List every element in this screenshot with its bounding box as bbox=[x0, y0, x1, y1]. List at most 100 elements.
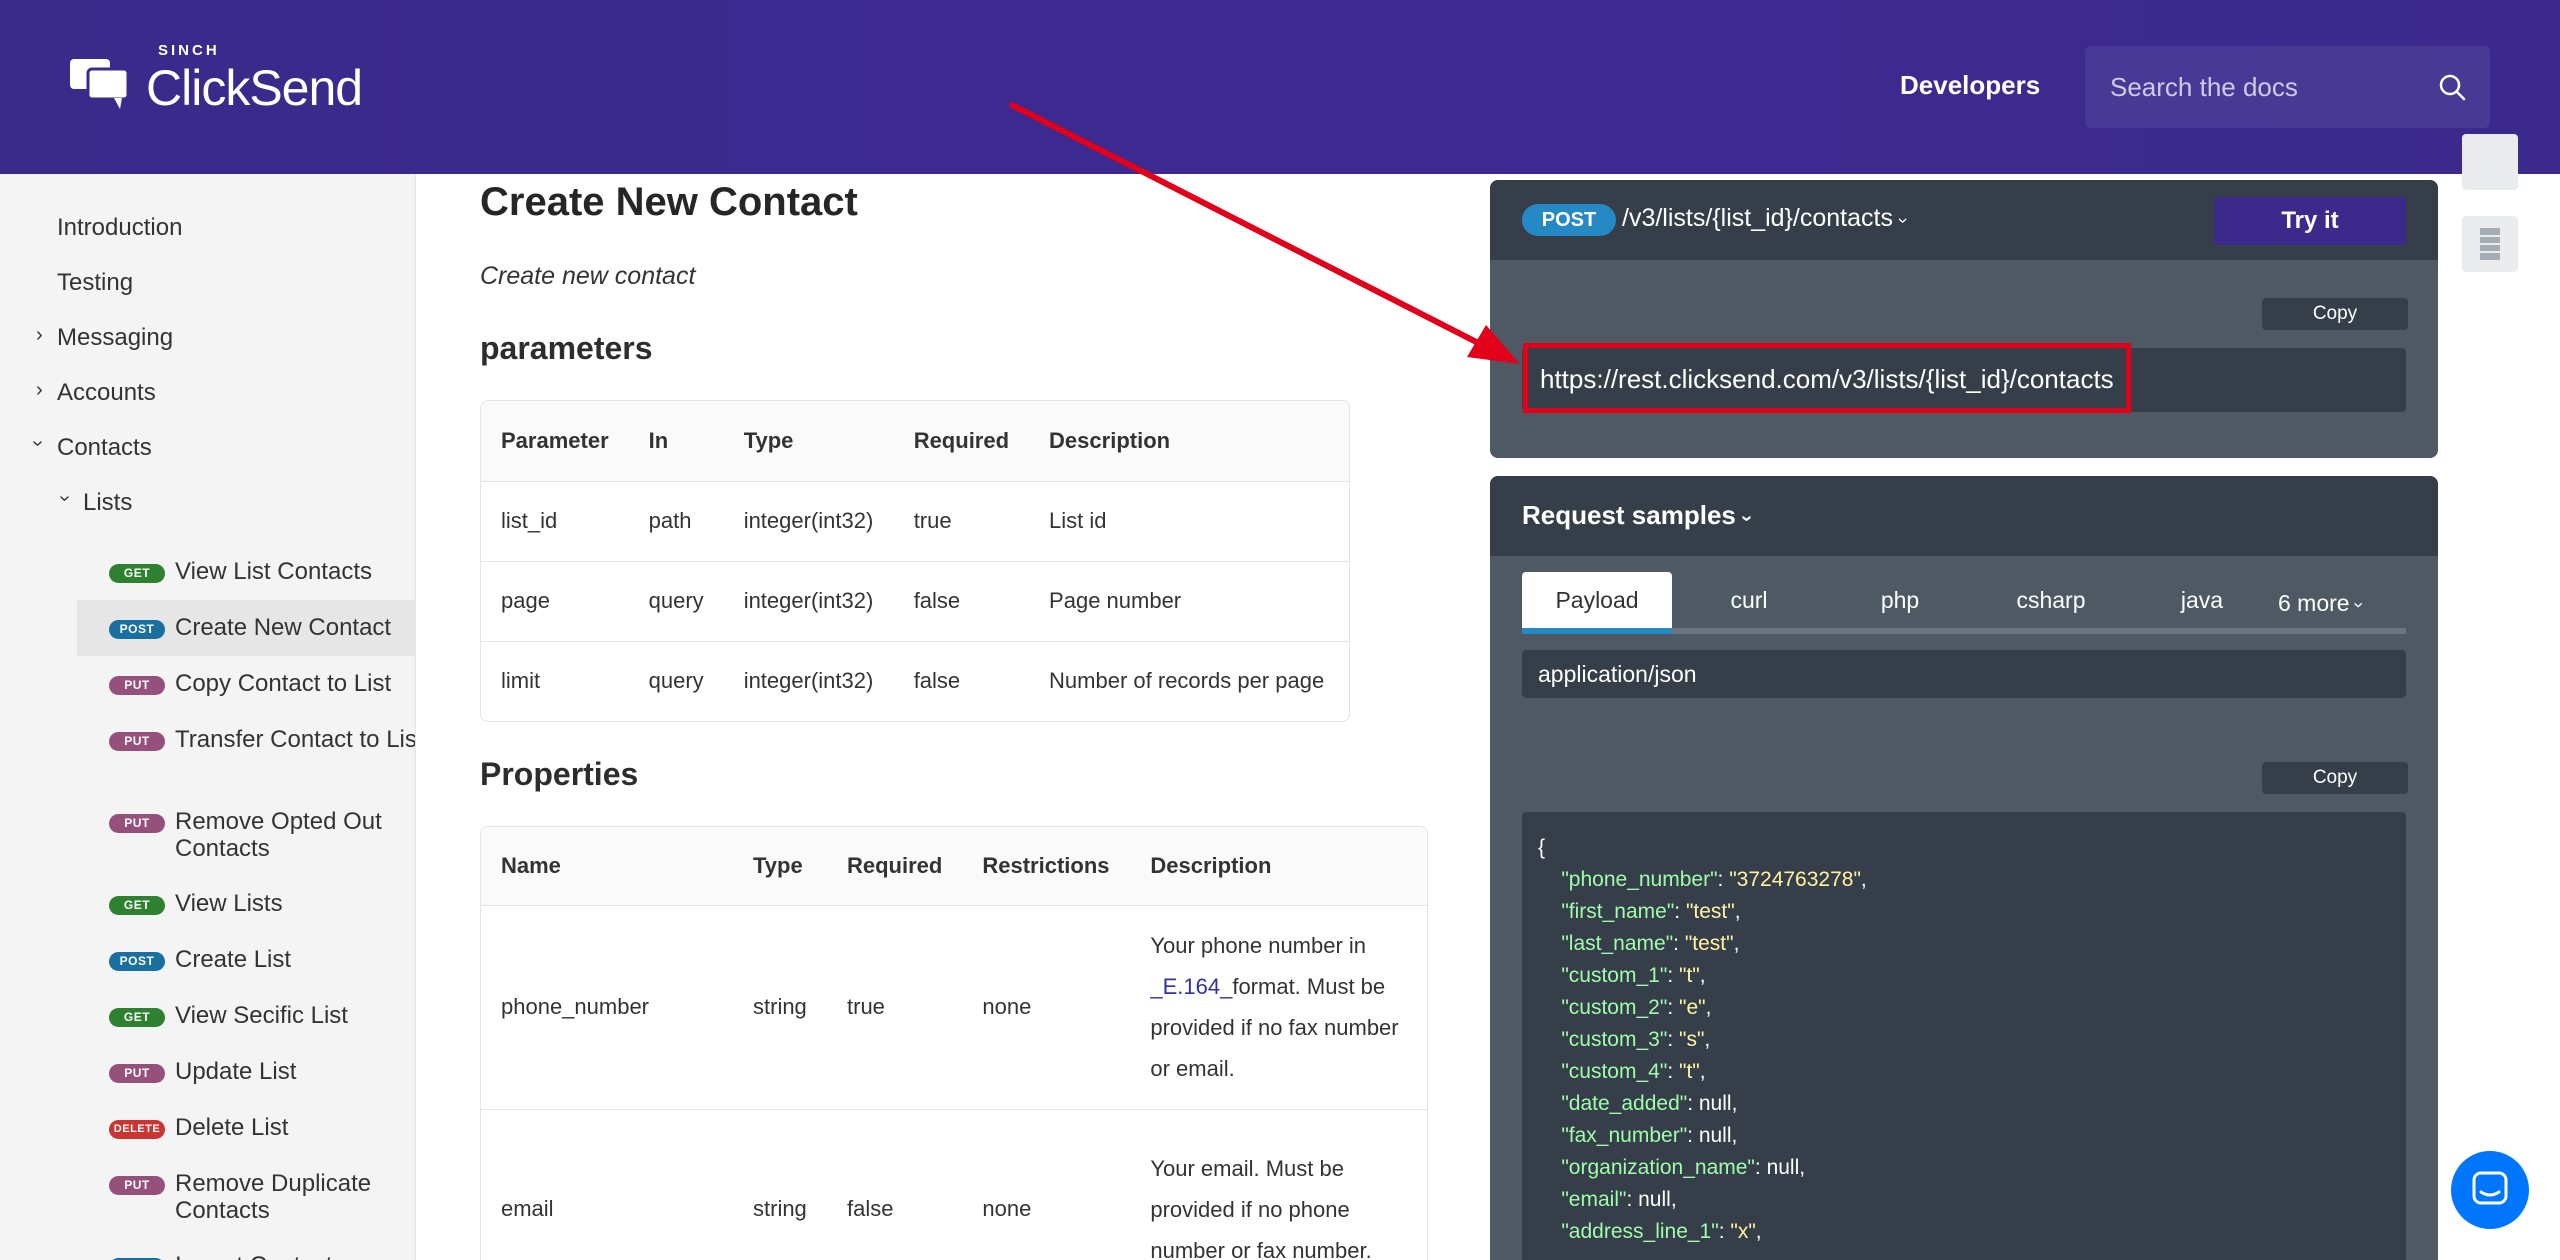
table-cell: string bbox=[753, 1196, 807, 1222]
sidebar-op-label: Copy Contact to List bbox=[175, 670, 392, 697]
table-row: page query integer(int32) false Page num… bbox=[481, 561, 1349, 642]
table-cell: query bbox=[628, 561, 724, 642]
brand-top: SINCH bbox=[158, 42, 220, 59]
request-samples-panel: Request samples › Payload curl php cshar… bbox=[1490, 476, 2438, 1260]
sidebar-op-create-list[interactable]: POST Create List bbox=[77, 932, 415, 988]
sidebar-item-accounts[interactable]: Accounts bbox=[57, 379, 156, 407]
sidebar-op-update-list[interactable]: PUT Update List bbox=[77, 1044, 415, 1100]
table-cell: true bbox=[827, 905, 963, 1110]
clicksend-logo[interactable]: SINCH ClickSend bbox=[68, 42, 363, 118]
code-line: "custom_2": "e", bbox=[1561, 996, 1712, 1019]
sample-tabs: Payload curl php csharp java 6 more › bbox=[1522, 572, 2406, 634]
code-line: "last_name": "test", bbox=[1561, 932, 1740, 955]
sidebar-op-view-lists[interactable]: GET View Lists bbox=[77, 876, 415, 932]
code-key: "last_name" bbox=[1561, 932, 1674, 955]
chevron-right-icon[interactable]: › bbox=[36, 324, 43, 347]
sidebar-op-remove-duplicate-contacts[interactable]: PUT Remove Duplicate Contacts bbox=[77, 1156, 415, 1238]
chat-icon bbox=[2472, 1171, 2508, 1205]
code-value: null bbox=[1766, 1156, 1800, 1179]
table-cell: page bbox=[481, 561, 629, 642]
tab-curl[interactable]: curl bbox=[1674, 572, 1824, 634]
code-key: "first_name" bbox=[1561, 900, 1675, 923]
code-key: "email" bbox=[1561, 1188, 1627, 1211]
code-line: "fax_number": null, bbox=[1561, 1124, 1738, 1147]
request-samples-title[interactable]: Request samples › bbox=[1522, 500, 1758, 531]
chevron-down-icon[interactable]: › bbox=[26, 440, 49, 447]
table-cell: none bbox=[982, 1196, 1032, 1222]
request-samples-header[interactable]: Request samples › bbox=[1490, 476, 2438, 556]
tab-more[interactable]: 6 more › bbox=[2278, 572, 2406, 634]
table-cell: Number of records per page bbox=[1049, 668, 1325, 694]
method-badge: PUT bbox=[109, 732, 165, 751]
code-value: "t" bbox=[1678, 964, 1700, 987]
chevron-down-icon[interactable]: › bbox=[53, 495, 76, 502]
sidebar-op-import-contacts[interactable]: POSTImport Contacts bbox=[77, 1238, 415, 1260]
sidebar-op-label: Create New Contact bbox=[175, 614, 392, 641]
sidebar-op-label: View List Contacts bbox=[175, 558, 372, 585]
sidebar-op-create-new-contact[interactable]: POST Create New Contact bbox=[77, 600, 415, 656]
e164-link[interactable]: _E.164_ bbox=[1150, 974, 1232, 999]
sidebar-op-view-secific-list[interactable]: GET View Secific List bbox=[77, 988, 415, 1044]
sidebar-item-testing[interactable]: Testing bbox=[57, 269, 133, 297]
chevron-down-icon: › bbox=[1893, 217, 1914, 224]
table-cell: integer(int32) bbox=[723, 481, 894, 562]
table-row: email string false none Your email. Must… bbox=[481, 1109, 1427, 1260]
endpoint-path[interactable]: /v3/lists/{list_id}/contacts › bbox=[1622, 204, 1913, 233]
copy-sample-button[interactable]: Copy bbox=[2262, 762, 2408, 794]
chat-launcher-button[interactable] bbox=[2451, 1151, 2529, 1229]
copy-url-button[interactable]: Copy bbox=[2262, 298, 2408, 330]
content-type-selector[interactable]: application/json bbox=[1522, 650, 2406, 698]
endpoint-panel: POST /v3/lists/{list_id}/contacts › Try … bbox=[1490, 180, 2438, 458]
tab-php[interactable]: php bbox=[1825, 572, 1975, 634]
column-header: Type bbox=[723, 401, 894, 482]
sidebar-op-label: View Lists bbox=[175, 890, 283, 917]
table-cell-description: Your phone number in _E.164_format. Must… bbox=[1130, 905, 1427, 1110]
code-value: "test" bbox=[1684, 932, 1734, 955]
sidebar-item-introduction[interactable]: Introduction bbox=[57, 214, 182, 242]
endpoint-header[interactable]: POST /v3/lists/{list_id}/contacts › Try … bbox=[1490, 180, 2438, 260]
sidebar-op-transfer-contact-to-list[interactable]: PUT Transfer Contact to List bbox=[77, 712, 415, 794]
column-header: Name bbox=[481, 827, 733, 906]
sidebar-op-copy-contact-to-list[interactable]: PUT Copy Contact to List bbox=[77, 656, 415, 712]
code-open-brace: { bbox=[1538, 836, 1546, 859]
sidebar-item-contacts[interactable]: Contacts bbox=[57, 434, 152, 462]
top-header: SINCH ClickSend Developers bbox=[0, 0, 2560, 174]
table-row: list_id path integer(int32) true List id bbox=[481, 481, 1349, 562]
code-line: "first_name": "test", bbox=[1561, 900, 1741, 923]
document-icon[interactable] bbox=[2462, 216, 2518, 272]
sidebar-op-remove-opted-out-contacts[interactable]: PUT Remove Opted Out Contacts bbox=[77, 794, 415, 876]
sidebar-item-messaging[interactable]: Messaging bbox=[57, 324, 173, 352]
table-row: limit query integer(int32) false Number … bbox=[481, 641, 1349, 721]
description-text: Your phone number in bbox=[1150, 933, 1367, 958]
column-header: Required bbox=[827, 827, 963, 906]
chevron-right-icon[interactable]: › bbox=[36, 379, 43, 402]
search-input[interactable] bbox=[2110, 71, 2420, 103]
column-header: Parameter bbox=[481, 401, 629, 482]
table-header-row: Parameter In Type Required Description bbox=[481, 401, 1349, 482]
sidebar-op-delete-list[interactable]: DELETE Delete List bbox=[77, 1100, 415, 1156]
code-value: "x" bbox=[1730, 1220, 1756, 1243]
tab-java[interactable]: java bbox=[2127, 572, 2277, 634]
method-badge: POST bbox=[1522, 204, 1616, 236]
sidebar-op-label: Remove Opted Out Contacts bbox=[175, 808, 382, 862]
code-value: "test" bbox=[1685, 900, 1735, 923]
sidebar-op-view-list-contacts[interactable]: GET View List Contacts bbox=[77, 544, 415, 600]
table-cell: false bbox=[847, 1196, 894, 1222]
search-icon[interactable] bbox=[2438, 73, 2466, 101]
tab-csharp[interactable]: csharp bbox=[1976, 572, 2126, 634]
table-cell: integer(int32) bbox=[723, 561, 894, 642]
method-badge: POST bbox=[109, 952, 165, 971]
code-view-icon[interactable] bbox=[2462, 134, 2518, 190]
method-badge: PUT bbox=[109, 676, 165, 695]
try-it-button[interactable]: Try it bbox=[2214, 197, 2406, 245]
document-icon-glyph bbox=[2480, 228, 2500, 260]
tab-payload[interactable]: Payload bbox=[1522, 572, 1672, 634]
code-line: "date_added": null, bbox=[1561, 1092, 1738, 1115]
sidebar-item-lists[interactable]: Lists bbox=[83, 489, 132, 517]
developers-link[interactable]: Developers bbox=[1900, 70, 2040, 101]
code-sample[interactable]: { "phone_number": "3724763278", "first_n… bbox=[1522, 812, 2406, 1260]
column-header: Description bbox=[1029, 401, 1349, 482]
sidebar-op-label: Import Contacts bbox=[175, 1252, 415, 1260]
search-box[interactable] bbox=[2085, 46, 2490, 128]
column-header: Description bbox=[1130, 827, 1427, 906]
